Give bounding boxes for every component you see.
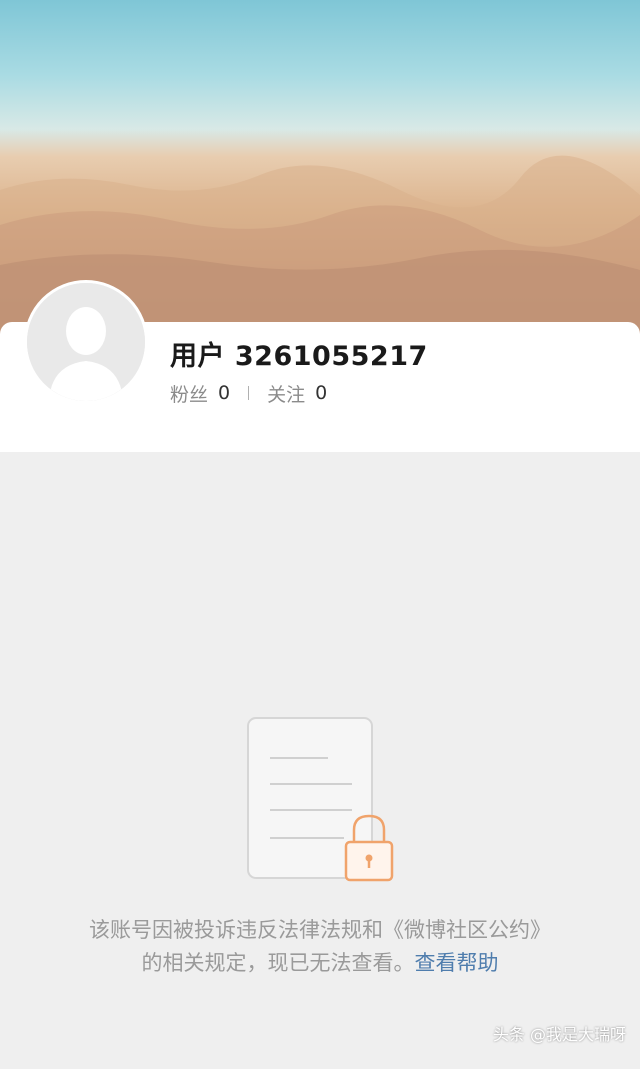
following-label[interactable]: 关注: [267, 380, 305, 407]
username: 用户 3261055217: [170, 341, 428, 372]
stats-divider: [248, 386, 250, 400]
default-avatar-icon[interactable]: [24, 280, 148, 404]
following-count[interactable]: 0: [315, 382, 327, 404]
watermark: 头条 @我是大瑞呀: [492, 1025, 626, 1044]
account-blocked-notice: 该账号因被投诉违反法律法规和《微博社区公约》的相关规定，现已无法查看。查看帮助: [80, 914, 560, 980]
followers-count[interactable]: 0: [218, 382, 230, 404]
profile-stats: 粉丝 0 关注 0: [170, 380, 327, 406]
followers-label[interactable]: 粉丝: [170, 380, 208, 407]
locked-document-icon: [240, 712, 400, 888]
help-link[interactable]: 查看帮助: [415, 951, 499, 975]
